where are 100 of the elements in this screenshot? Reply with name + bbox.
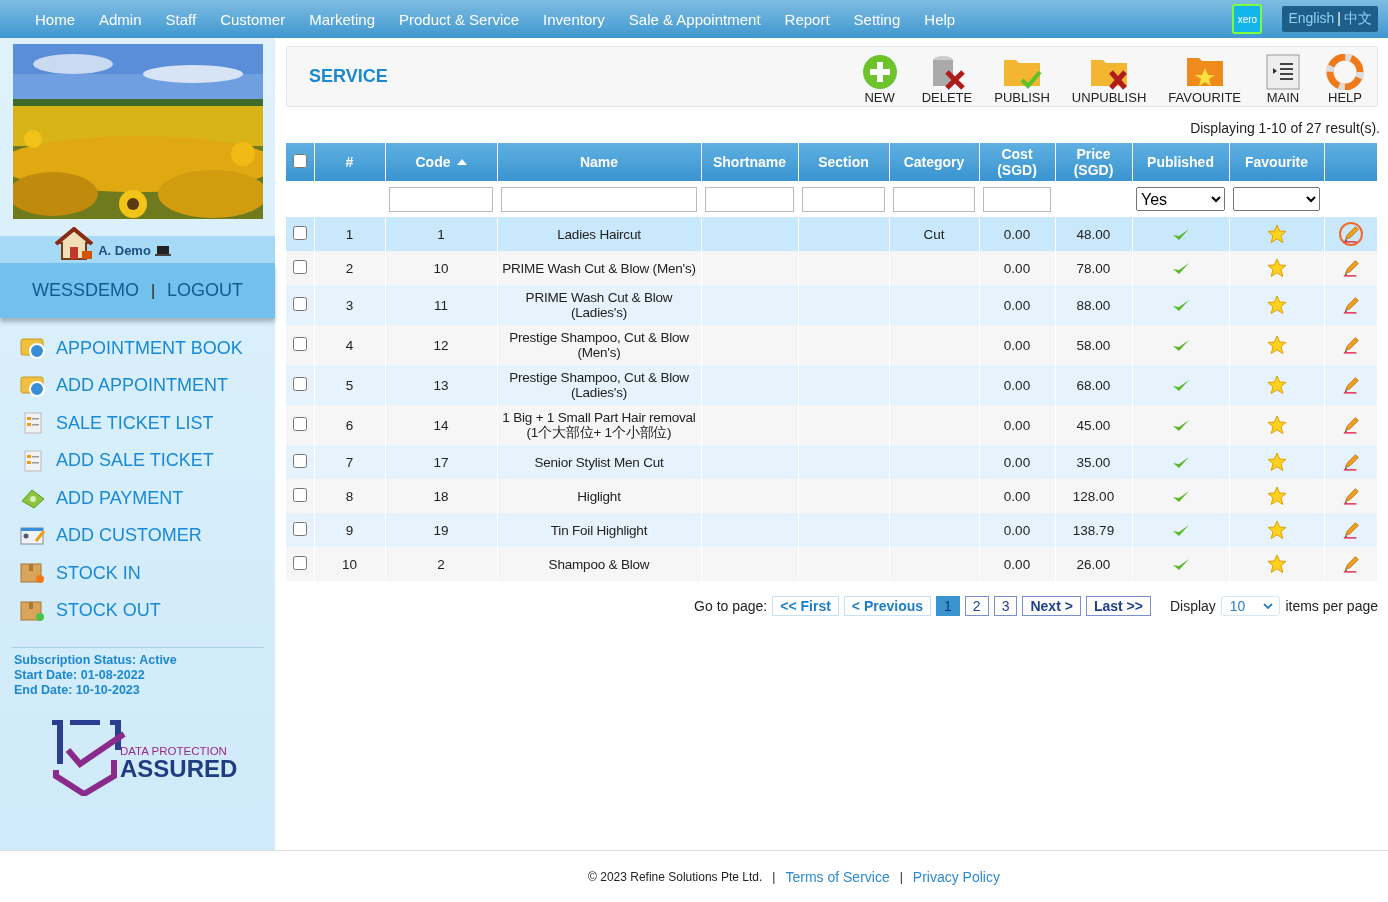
nav-link[interactable]: Admin [87, 10, 154, 28]
table-cell: 2 [437, 556, 445, 572]
star-icon[interactable] [1266, 554, 1287, 574]
sidebar-menu-item[interactable]: ADD CUSTOMER [20, 521, 275, 550]
select-all-checkbox[interactable] [292, 153, 307, 168]
banknotes-icon [20, 487, 46, 510]
first-page-button[interactable]: << First [772, 596, 839, 616]
row-checkbox[interactable] [292, 487, 307, 502]
nav-link[interactable]: Product & Service [387, 10, 532, 28]
column-header[interactable]: Name [497, 143, 701, 181]
table-cell: 4 [345, 337, 354, 353]
toolbar-button[interactable]: PUBLISH [994, 54, 1050, 105]
filter-field[interactable] [705, 186, 794, 212]
logout-link[interactable]: LOGOUT [167, 280, 244, 301]
table-cell: 45.00 [1076, 417, 1111, 433]
page-number-button[interactable]: 1 [936, 596, 960, 616]
star-icon[interactable] [1266, 224, 1287, 244]
pencil-icon [1341, 225, 1360, 243]
row-checkbox[interactable] [292, 416, 307, 431]
result-count: Displaying 1-10 of 27 result(s). [1189, 120, 1380, 136]
table-cell: 0.00 [1003, 260, 1031, 276]
star-icon[interactable] [1266, 295, 1287, 315]
toolbar-button[interactable]: MAIN [1263, 54, 1303, 105]
column-header[interactable]: # [314, 143, 385, 181]
row-checkbox[interactable] [292, 453, 307, 468]
filter-field[interactable] [983, 186, 1051, 212]
nav-link[interactable]: Help [912, 10, 968, 28]
language-link[interactable]: 中文 [1344, 10, 1372, 26]
row-checkbox[interactable] [292, 225, 307, 240]
previous-page-button[interactable]: < Previous [843, 596, 932, 616]
nav-link[interactable]: Setting [841, 10, 913, 28]
table-cell: 128.00 [1072, 488, 1115, 504]
pencil-icon [1341, 521, 1360, 539]
sidebar-menu-item[interactable]: STOCK OUT [20, 596, 275, 625]
filter-field[interactable] [501, 186, 697, 212]
last-page-button[interactable]: Last >> [1085, 596, 1151, 616]
toolbar-button[interactable]: NEW [859, 54, 900, 105]
row-checkbox[interactable] [292, 336, 307, 351]
star-icon[interactable] [1266, 415, 1287, 435]
page-number-button[interactable]: 2 [964, 596, 989, 616]
column-header[interactable]: Cost (SGD) [979, 143, 1055, 181]
sidebar-menu-item[interactable]: SALE TICKET LIST [20, 409, 275, 438]
per-page-dropdown[interactable]: 10 [1220, 596, 1281, 616]
column-header[interactable]: Published [1132, 143, 1229, 181]
toolbar-button[interactable]: DELETE [921, 54, 973, 105]
column-header[interactable]: Price (SGD) [1055, 143, 1132, 181]
nav-link[interactable]: Staff [153, 10, 209, 28]
pencil-icon [1341, 555, 1360, 573]
nav-link[interactable]: Customer [208, 10, 298, 28]
row-checkbox[interactable] [292, 376, 307, 391]
sidebar-menu-item[interactable]: ADD SALE TICKET [20, 446, 275, 475]
sidebar-menu-item[interactable]: STOCK IN [20, 559, 275, 588]
toolbar-button[interactable]: UNPUBLISH [1071, 54, 1147, 105]
nav-link[interactable]: Home [23, 10, 87, 28]
filter-field[interactable] [893, 186, 975, 212]
next-page-button[interactable]: Next > [1022, 596, 1081, 616]
star-icon[interactable] [1266, 486, 1287, 506]
table-cell: 0.00 [1003, 488, 1031, 504]
account-link[interactable]: WESSDEMO [31, 280, 139, 301]
nav-link[interactable]: Inventory [531, 10, 617, 28]
sidebar-menu-item[interactable]: ADD APPOINTMENT [20, 371, 275, 400]
toolbar-button[interactable]: FAVOURITE [1168, 54, 1241, 105]
sidebar-menu-item[interactable]: APPOINTMENT BOOK [20, 334, 275, 363]
row-checkbox[interactable] [292, 296, 307, 311]
xero-button[interactable]: xero [1232, 4, 1263, 34]
page-number-button[interactable]: 3 [993, 596, 1018, 616]
column-header[interactable]: Favourite [1229, 143, 1324, 181]
table-cell: 13 [433, 377, 449, 393]
row-checkbox[interactable] [292, 555, 307, 570]
table-cell: 10 [433, 260, 449, 276]
separator: | [150, 281, 156, 300]
table-cell: Higlight [577, 488, 621, 504]
star-icon[interactable] [1266, 258, 1287, 278]
row-checkbox[interactable] [292, 259, 307, 274]
filter-field[interactable] [802, 186, 885, 212]
filter-dropdown[interactable] [1233, 187, 1320, 211]
toolbar-button[interactable]: HELP [1325, 54, 1365, 105]
calendar-clock-icon [20, 374, 46, 397]
filter-dropdown[interactable]: Yes [1136, 187, 1225, 211]
nav-link[interactable]: Marketing [297, 10, 388, 28]
star-icon[interactable] [1266, 520, 1287, 540]
column-header[interactable]: Category [889, 143, 979, 181]
column-header[interactable]: Section [798, 143, 889, 181]
column-header[interactable]: Shortname [701, 143, 798, 181]
star-icon[interactable] [1266, 335, 1287, 355]
nav-link[interactable]: Report [772, 10, 842, 28]
table-cell: 1 [345, 226, 354, 242]
star-icon[interactable] [1266, 375, 1287, 395]
footer-link[interactable]: Terms of Service [785, 868, 890, 885]
column-header[interactable]: Code [385, 143, 497, 181]
pencil-icon [1341, 296, 1360, 314]
footer-link[interactable]: Privacy Policy [912, 868, 1000, 885]
sidebar-menu-item[interactable]: ADD PAYMENT [20, 484, 275, 513]
edit-button[interactable] [1338, 222, 1363, 246]
nav-link[interactable]: Sale & Appointment [616, 10, 773, 28]
lifebuoy-icon [1325, 54, 1365, 90]
row-checkbox[interactable] [292, 521, 307, 536]
language-link[interactable]: English [1288, 10, 1335, 26]
filter-field[interactable] [389, 186, 493, 212]
star-icon[interactable] [1266, 452, 1287, 472]
